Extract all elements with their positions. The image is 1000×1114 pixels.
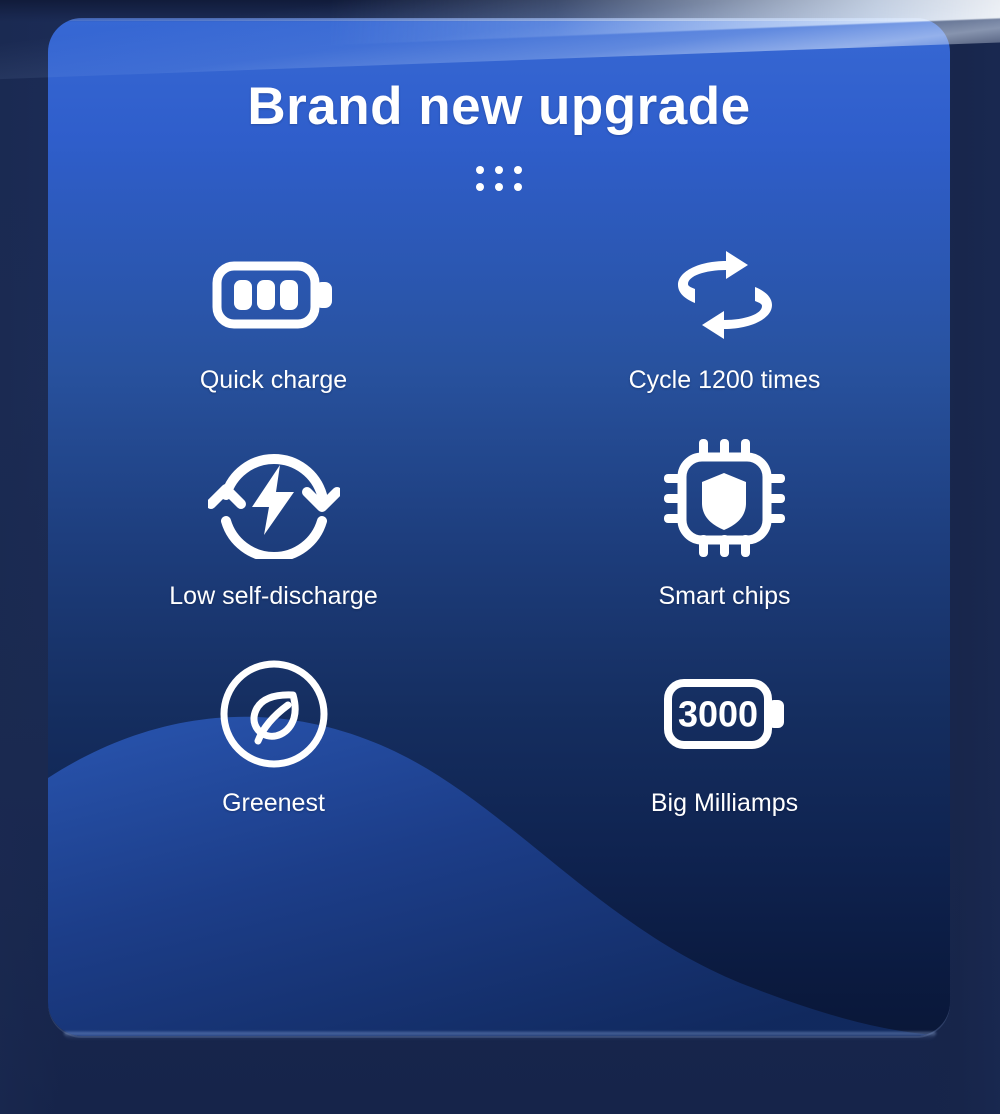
- feature-item-greenest[interactable]: Greenest: [48, 658, 499, 838]
- dot: [476, 183, 484, 191]
- feature-label: Smart chips: [658, 582, 791, 610]
- leaf-circle-icon: [218, 658, 330, 770]
- battery-three-bars-icon: [212, 243, 336, 347]
- battery-capacity-value: 3000: [677, 694, 757, 735]
- promo-banner: Brand new upgrade Quick charge Cycle 120…: [0, 0, 1000, 1114]
- refresh-lightning-icon: [207, 433, 340, 563]
- dot: [495, 166, 503, 174]
- dot: [514, 183, 522, 191]
- feature-item-big-milliamps[interactable]: 3000 Big Milliamps: [499, 658, 950, 838]
- feature-card: Brand new upgrade Quick charge Cycle 120…: [48, 18, 950, 1036]
- battery-capacity-icon: 3000: [663, 658, 787, 770]
- dot: [476, 166, 484, 174]
- page-title: Brand new upgrade: [247, 77, 751, 136]
- feature-item-smart-chips[interactable]: Smart chips: [499, 433, 950, 658]
- dot: [514, 166, 522, 174]
- feature-label: Quick charge: [199, 366, 348, 394]
- cycle-rotate-arrows-icon: [664, 243, 786, 347]
- feature-item-quick-charge[interactable]: Quick charge: [48, 243, 499, 433]
- feature-label: Greenest: [222, 789, 325, 817]
- cpu-shield-chip-icon: [662, 433, 788, 563]
- feature-label: Big Milliamps: [650, 789, 799, 817]
- card-content: Brand new upgrade Quick charge Cycle 120…: [48, 18, 950, 1036]
- dot-grid-icon: [476, 166, 522, 191]
- feature-label: Cycle 1200 times: [628, 366, 821, 394]
- feature-item-cycle-times[interactable]: Cycle 1200 times: [499, 243, 950, 433]
- feature-grid: Quick charge Cycle 1200 times Low self-d…: [48, 243, 950, 838]
- feature-label: Low self-discharge: [169, 582, 378, 610]
- feature-item-low-self-discharge[interactable]: Low self-discharge: [48, 433, 499, 658]
- dot: [495, 183, 503, 191]
